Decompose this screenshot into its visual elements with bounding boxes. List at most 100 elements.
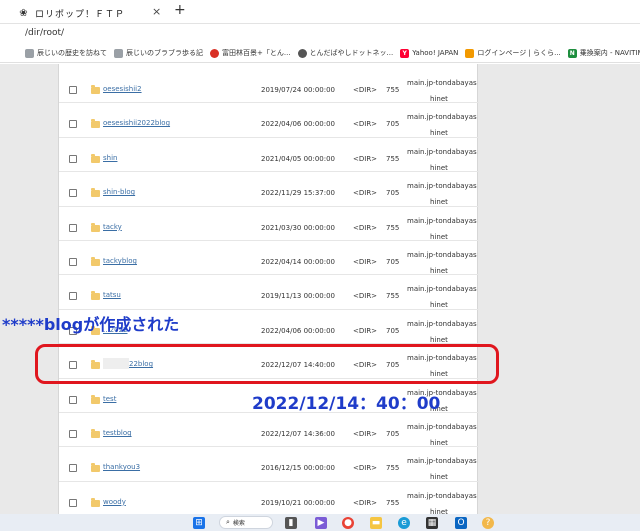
file-name-link[interactable]: tatsu xyxy=(103,291,121,299)
tab-close-icon[interactable]: × xyxy=(152,5,161,18)
file-permission: 755 xyxy=(386,223,400,232)
bookmark-item[interactable]: とんだばやしドットネッ... xyxy=(297,48,393,58)
file-row[interactable]: shin 2021/04/05 00:00:00 <DIR> 755 main.jp-t… xyxy=(59,138,479,173)
file-owner: main.jp-tondabayas xyxy=(407,423,477,431)
yahoo-icon: Y xyxy=(400,48,410,58)
file-permission: 705 xyxy=(386,430,400,438)
file-name-link[interactable]: woody xyxy=(103,498,126,506)
folder-icon xyxy=(91,222,100,232)
bookmark-item[interactable]: ログインページ | らくら... xyxy=(465,48,561,58)
file-owner-suffix: hinet xyxy=(430,473,448,482)
file-owner: main.jp-tondabayas xyxy=(407,457,477,466)
file-type: <DIR> xyxy=(353,120,378,129)
row-checkbox[interactable] xyxy=(69,154,77,163)
file-permission: 755 xyxy=(386,498,400,507)
file-owner: main.jp-tondabayas xyxy=(407,251,477,259)
file-owner-suffix: hinet xyxy=(430,232,448,241)
file-date: 2019/10/21 00:00:00 xyxy=(261,498,336,507)
file-name-link[interactable]: shin xyxy=(103,154,117,162)
file-type: <DIR> xyxy=(353,258,378,266)
file-owner-suffix: hinet xyxy=(430,198,448,207)
file-row[interactable]: woody 2019/10/21 00:00:00 <DIR> 755 main.jp-… xyxy=(59,482,479,514)
file-permission: 755 xyxy=(386,86,400,94)
bookmark-item[interactable]: N乗換案内 - NAVITIME xyxy=(567,48,640,58)
browser-tab-strip: ❀ ロリポップ！ＦＴＰ × + xyxy=(0,0,640,24)
highlight-box xyxy=(35,344,499,384)
edge-icon[interactable]: e xyxy=(398,517,410,529)
bookmark-item[interactable]: 富田林百景+「とん... xyxy=(210,48,291,58)
chrome-icon[interactable]: ● xyxy=(342,517,354,529)
file-name-link[interactable]: test xyxy=(103,395,116,403)
row-checkbox[interactable] xyxy=(69,498,77,507)
file-permission: 755 xyxy=(386,154,400,163)
bookmark-item[interactable]: 辰じいの歴史を訪ねて xyxy=(25,48,107,58)
task-view-icon[interactable]: ▮ xyxy=(285,517,297,529)
row-checkbox[interactable] xyxy=(69,189,77,198)
bookmark-item[interactable]: Y Yahoo! JAPAN xyxy=(400,48,458,58)
address-bar[interactable]: /dir/root/ xyxy=(0,24,640,44)
row-checkbox[interactable] xyxy=(69,464,77,473)
file-type: <DIR> xyxy=(353,292,378,301)
folder-icon xyxy=(91,85,100,94)
file-explorer-icon[interactable]: ▬ xyxy=(370,517,382,529)
bookmark-item[interactable]: 辰じいのブラブラ歩る記 xyxy=(114,48,203,58)
folder-icon xyxy=(91,497,100,507)
file-owner: main.jp-tondabayas xyxy=(407,147,477,156)
file-owner-suffix: hinet xyxy=(430,301,448,310)
file-list-panel: oesesishii2 2019/07/24 00:00:00 <DIR> 755 ma… xyxy=(58,64,479,514)
file-name-link[interactable]: oesesishii2022blog xyxy=(103,119,170,127)
help-icon[interactable]: ? xyxy=(482,517,494,529)
outlook-icon[interactable]: O xyxy=(455,517,467,529)
row-checkbox[interactable] xyxy=(69,430,77,438)
row-checkbox[interactable] xyxy=(69,86,77,94)
file-permission: 705 xyxy=(386,258,400,266)
new-tab-button[interactable]: + xyxy=(174,2,186,18)
file-date: 2022/04/06 00:00:00 xyxy=(261,120,336,129)
file-owner: main.jp-tondabayas xyxy=(407,79,477,87)
row-checkbox[interactable] xyxy=(69,258,77,266)
file-date: 2022/04/06 00:00:00 xyxy=(261,326,336,335)
folder-icon xyxy=(91,394,100,404)
file-permission: 755 xyxy=(386,292,400,301)
file-date: 2019/07/24 00:00:00 xyxy=(261,86,336,94)
file-row[interactable]: testblog 2022/12/07 14:36:00 <DIR> 705 main.… xyxy=(59,413,479,448)
file-row[interactable]: oesesishii2 2019/07/24 00:00:00 <DIR> 755 ma… xyxy=(59,69,479,104)
file-name-link[interactable]: tacky xyxy=(103,223,122,231)
file-name-link[interactable]: oesesishii2 xyxy=(103,85,142,93)
file-row[interactable]: thankyou3 2016/12/15 00:00:00 <DIR> 755 main… xyxy=(59,447,479,482)
file-owner: main.jp-tondabayas xyxy=(407,285,477,294)
row-checkbox[interactable] xyxy=(69,120,77,129)
meet-icon[interactable]: ▶ xyxy=(315,517,327,529)
file-row[interactable]: shin-blog 2022/11/29 15:37:00 <DIR> 705 main… xyxy=(59,172,479,207)
windows-start-icon[interactable]: ⊞ xyxy=(193,517,205,529)
row-checkbox[interactable] xyxy=(69,223,77,232)
bookmarks-bar: 辰じいの歴史を訪ねて 辰じいのブラブラ歩る記 富田林百景+「とん... とんだば… xyxy=(0,44,640,63)
folder-icon xyxy=(91,429,100,438)
file-owner: main.jp-tondabayas xyxy=(407,113,477,122)
url-text[interactable]: /dir/root/ xyxy=(25,28,64,38)
file-name-link[interactable]: shin-blog xyxy=(103,188,135,196)
folder-icon xyxy=(91,153,100,163)
file-permission: 705 xyxy=(386,189,400,198)
file-row[interactable]: tackyblog 2022/04/14 00:00:00 <DIR> 705 main… xyxy=(59,241,479,276)
magnifier-icon: ⌕ xyxy=(226,518,230,526)
bookmark-label: ログインページ | らくら... xyxy=(477,49,561,57)
file-name-link[interactable]: thankyou3 xyxy=(103,463,140,471)
row-checkbox[interactable] xyxy=(69,395,77,404)
page-icon xyxy=(465,48,475,58)
navitime-icon: N xyxy=(567,48,577,58)
file-name-link[interactable]: tackyblog xyxy=(103,257,137,265)
file-row[interactable]: tacky 2021/03/30 00:00:00 <DIR> 755 main.jp-… xyxy=(59,207,479,241)
file-row[interactable]: tatsu 2019/11/13 00:00:00 <DIR> 755 main.jp-… xyxy=(59,275,479,310)
file-owner: main.jp-tondabayas xyxy=(407,216,477,225)
row-checkbox[interactable] xyxy=(69,292,77,301)
file-permission: 705 xyxy=(386,120,400,129)
file-name-link[interactable]: testblog xyxy=(103,429,132,437)
taskbar-search-label: 検索 xyxy=(232,520,245,527)
page-content: oesesishii2 2019/07/24 00:00:00 <DIR> 755 ma… xyxy=(0,64,640,514)
store-icon[interactable]: ▦ xyxy=(426,517,438,529)
folder-icon xyxy=(91,257,100,266)
file-row[interactable]: oesesishii2022blog 2022/04/06 00:00:00 <DI… xyxy=(59,103,479,138)
taskbar-search[interactable]: ⌕ 検索 xyxy=(219,516,273,529)
browser-tab[interactable]: ❀ ロリポップ！ＦＴＰ × xyxy=(18,3,170,23)
